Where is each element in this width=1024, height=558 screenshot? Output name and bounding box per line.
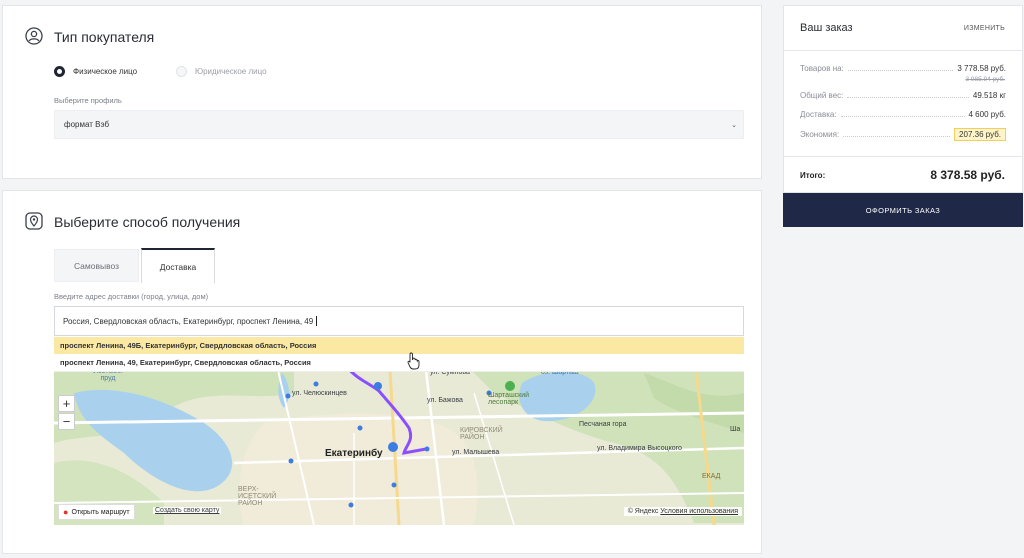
hand-cursor-icon	[407, 352, 420, 370]
order-summary-title: Ваш заказ	[800, 22, 853, 34]
address-input[interactable]: Россия, Свердловская область, Екатеринбу…	[54, 306, 744, 336]
chevron-down-icon: ⌄	[731, 121, 737, 129]
copyright-text: © Яндекс	[627, 508, 659, 515]
dotted-leader	[847, 93, 969, 98]
user-icon	[25, 27, 43, 45]
dotted-leader	[840, 112, 965, 117]
map-pin-icon: ●	[63, 507, 69, 517]
radio-legal-entity-label: Юридическое лицо	[195, 67, 267, 76]
savings-badge: 207.36 руб.	[954, 128, 1006, 141]
total-value: 8 378.58 руб.	[930, 168, 1005, 182]
map-background	[54, 353, 744, 525]
radio-individual[interactable]: Физическое лицо	[54, 66, 137, 77]
map-label-pesch: Песчаная гора	[579, 421, 627, 428]
old-price: 3 985.94 руб.	[965, 76, 1005, 83]
summary-row-label: Экономия:	[800, 130, 840, 139]
radio-legal-entity[interactable]: Юридическое лицо	[176, 66, 267, 77]
tab-pickup[interactable]: Самовывоз	[54, 249, 139, 282]
summary-row-weight: Общий вес: 49.518 кг	[800, 91, 1006, 100]
summary-row-savings: Экономия: 207.36 руб.	[800, 128, 1006, 141]
delivery-method-title: Выберите способ получения	[54, 214, 241, 230]
dotted-leader	[843, 132, 951, 137]
profile-select-value: формат Вэб	[64, 120, 110, 129]
place-order-button[interactable]: ОФОРМИТЬ ЗАКАЗ	[783, 193, 1023, 227]
map-label-bazhova: ул. Бажова	[427, 397, 463, 404]
create-map-link[interactable]: Создать свою карту	[153, 507, 222, 514]
summary-row-value: 49.518 кг	[972, 91, 1006, 100]
edit-order-link[interactable]: ИЗМЕНИТЬ	[964, 25, 1005, 32]
zoom-in-button[interactable]: +	[58, 395, 75, 412]
zoom-out-button[interactable]: −	[58, 413, 75, 430]
order-summary-card: Ваш заказ ИЗМЕНИТЬ Товаров на: 3 778.58 …	[783, 5, 1023, 193]
radio-individual-label: Физическое лицо	[73, 67, 138, 76]
map-view[interactable]: Исетский пруд оз. Шарташ Шарташский лесо…	[54, 353, 744, 525]
summary-row-label: Товаров на:	[800, 64, 844, 73]
summary-row-value: 3 778.58 руб.	[957, 64, 1006, 73]
total-label: Итого:	[800, 171, 826, 180]
profile-label: Выберите профиль	[54, 96, 122, 105]
map-label-vysotsky: ул. Владимира Высоцкого	[597, 445, 682, 452]
address-input-value: Россия, Свердловская область, Екатеринбу…	[63, 316, 314, 326]
profile-select[interactable]: формат Вэб ⌄	[54, 110, 744, 139]
text-caret	[316, 316, 318, 326]
radio-dot	[176, 66, 187, 77]
summary-row-goods: Товаров на: 3 778.58 руб.	[800, 64, 1006, 73]
map-label-cheryuskintsev: ул. Челюскинцев	[292, 390, 347, 397]
buyer-type-card: Тип покупателя Физическое лицо Юридическ…	[2, 5, 762, 179]
dotted-leader	[847, 66, 954, 71]
location-pin-icon	[25, 212, 43, 230]
summary-divider	[784, 50, 1022, 51]
tab-delivery[interactable]: Доставка	[141, 248, 215, 283]
summary-row-delivery: Доставка: 4 600 руб.	[800, 110, 1006, 119]
address-label: Введите адрес доставки (город, улица, до…	[54, 292, 209, 301]
buyer-type-title: Тип покупателя	[54, 29, 155, 45]
open-route-button[interactable]: ● Открыть маршрут	[58, 504, 135, 520]
map-label-city: Екатеринбу	[325, 448, 383, 459]
map-label-verkh: ВЕРХ-ИСЕТСКИЙ РАЙОН	[238, 486, 277, 507]
terms-link[interactable]: Условия использования	[660, 508, 738, 515]
summary-divider	[784, 156, 1022, 157]
address-suggestion[interactable]: проспект Ленина, 49Б, Екатеринбург, Свер…	[54, 337, 744, 354]
map-label-kirovsky: КИРОВСКИЙ РАЙОН	[460, 427, 503, 441]
map-label-shar: Ша	[730, 426, 741, 433]
summary-row-label: Общий вес:	[800, 91, 844, 100]
map-label-park: Шарташский лесопарк	[488, 392, 530, 406]
summary-row-value: 4 600 руб.	[968, 110, 1007, 119]
delivery-method-card: Выберите способ получения Самовывоз Дост…	[2, 190, 762, 554]
map-label-malysheva: ул. Малышева	[452, 449, 500, 456]
open-route-label: Открыть маршрут	[71, 508, 130, 516]
radio-dot	[54, 66, 65, 77]
summary-row-label: Доставка:	[800, 110, 837, 119]
map-label-ekad: ЕКАД	[702, 473, 721, 480]
map-copyright: © Яндекс Условия использования	[623, 507, 742, 516]
address-suggestion[interactable]: проспект Ленина, 49, Екатеринбург, Сверд…	[54, 354, 744, 372]
